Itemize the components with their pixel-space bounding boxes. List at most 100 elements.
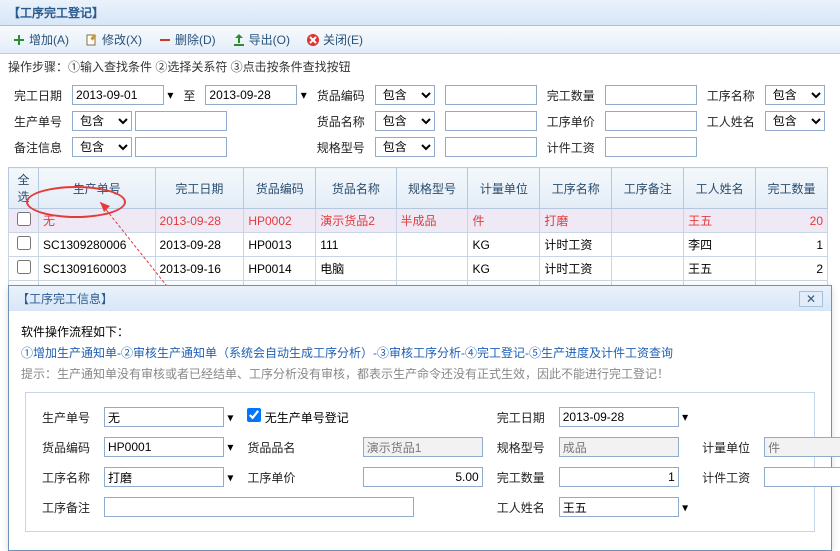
- form-date-input[interactable]: [559, 407, 679, 427]
- form-proc-price-input[interactable]: [363, 467, 483, 487]
- filter-area: 完工日期 ▾ 至 ▾ 货品编码 包含 完工数量 工序名称 包含 生产单号 包含 …: [0, 79, 840, 163]
- form-finish-qty-input[interactable]: [559, 467, 679, 487]
- prod-order-input[interactable]: [135, 111, 227, 131]
- worker-rel[interactable]: 包含: [765, 111, 825, 131]
- form-proc-name-input[interactable]: [104, 467, 224, 487]
- delete-button[interactable]: 删除(D): [152, 29, 222, 50]
- no-order-checkbox[interactable]: [247, 408, 261, 422]
- table-cell: SC1309160003: [39, 257, 156, 281]
- date-to-input[interactable]: [205, 85, 297, 105]
- form-unit-input: [764, 437, 840, 457]
- table-cell: SC1309280006: [39, 233, 156, 257]
- table-row[interactable]: 无2013-09-28HP0002演示货品2半成品件打磨王五20: [9, 209, 828, 233]
- grid-header[interactable]: 工人姓名: [684, 168, 756, 209]
- goods-name-input[interactable]: [445, 111, 537, 131]
- table-cell: HP0014: [244, 257, 316, 281]
- goods-code-rel[interactable]: 包含: [375, 85, 435, 105]
- row-checkbox[interactable]: [17, 260, 31, 274]
- export-button[interactable]: 导出(O): [226, 29, 296, 50]
- form-worker-input[interactable]: [559, 497, 679, 517]
- proc-flow: ①增加生产通知单-②审核生产通知单（系统会自动生成工序分析）-③审核工序分析-④…: [21, 344, 819, 361]
- table-cell: 1: [756, 233, 828, 257]
- grid-header[interactable]: 完工日期: [155, 168, 244, 209]
- table-cell: 电脑: [316, 257, 396, 281]
- table-cell: 2: [756, 257, 828, 281]
- panel-close-icon[interactable]: ✕: [799, 291, 823, 307]
- form-proc-price-label: 工序单价: [241, 463, 354, 491]
- form-finish-qty-label: 完工数量: [491, 463, 551, 491]
- table-cell: 李四: [684, 233, 756, 257]
- row-checkbox[interactable]: [17, 236, 31, 250]
- grid-header[interactable]: 货品名称: [316, 168, 396, 209]
- table-cell: KG: [468, 257, 540, 281]
- prod-order-rel[interactable]: 包含: [72, 111, 132, 131]
- edit-label: 修改(X): [102, 31, 142, 48]
- grid-header[interactable]: 货品编码: [244, 168, 316, 209]
- spec-label: 规格型号: [313, 135, 369, 159]
- table-cell: [9, 233, 39, 257]
- table-cell: [612, 209, 684, 233]
- form-proc-name-label: 工序名称: [36, 463, 96, 491]
- finish-qty-label: 完工数量: [543, 83, 599, 107]
- goods-code-label: 货品编码: [313, 83, 369, 107]
- table-cell: [396, 233, 468, 257]
- spec-rel[interactable]: 包含: [375, 137, 435, 157]
- operation-steps: 操作步骤：①输入查找条件 ②选择关系符 ③点击按条件查找按钮: [0, 54, 840, 79]
- table-cell: 演示货品2: [316, 209, 396, 233]
- close-button[interactable]: 关闭(E): [300, 29, 369, 50]
- piece-wage-input[interactable]: [605, 137, 697, 157]
- worker-label: 工人姓名: [703, 109, 759, 133]
- form-name-label: 货品品名: [241, 433, 354, 461]
- form-code-label: 货品编码: [36, 433, 96, 461]
- edit-button[interactable]: 修改(X): [79, 29, 148, 50]
- form-remark-input[interactable]: [104, 497, 414, 517]
- table-cell: 20: [756, 209, 828, 233]
- proc-name-rel[interactable]: 包含: [765, 85, 825, 105]
- date-from-input[interactable]: [72, 85, 164, 105]
- table-cell: 王五: [684, 257, 756, 281]
- edit-icon: [85, 33, 99, 47]
- delete-label: 删除(D): [175, 31, 216, 48]
- grid-header[interactable]: 全选: [9, 168, 39, 209]
- table-cell: 2013-09-28: [155, 209, 244, 233]
- goods-code-input[interactable]: [445, 85, 537, 105]
- grid-header[interactable]: 工序备注: [612, 168, 684, 209]
- close-label: 关闭(E): [323, 31, 363, 48]
- grid-header[interactable]: 工序名称: [540, 168, 612, 209]
- grid-header[interactable]: 计量单位: [468, 168, 540, 209]
- table-cell: 计时工资: [540, 233, 612, 257]
- remark-rel[interactable]: 包含: [72, 137, 132, 157]
- close-icon: [306, 33, 320, 47]
- grid-header[interactable]: 完工数量: [756, 168, 828, 209]
- table-cell: 2013-09-16: [155, 257, 244, 281]
- form-piece-wage-input[interactable]: [764, 467, 840, 487]
- finish-date-label: 完工日期: [10, 83, 66, 107]
- table-row[interactable]: SC13091600032013-09-16HP0014电脑KG计时工资王五2: [9, 257, 828, 281]
- panel-hint: 提示：生产通知单没有审核或者已经结单、工序分析没有审核，都表示生产命令还没有正式…: [21, 365, 819, 382]
- add-button[interactable]: 增加(A): [6, 29, 75, 50]
- form-order-input[interactable]: [104, 407, 224, 427]
- spec-input[interactable]: [445, 137, 537, 157]
- no-order-label: 无生产单号登记: [265, 411, 349, 425]
- proc-price-input[interactable]: [605, 111, 697, 131]
- goods-name-rel[interactable]: 包含: [375, 111, 435, 131]
- window-title: 【工序完工登记】: [0, 0, 840, 26]
- remark-label: 备注信息: [10, 135, 66, 159]
- proc-name-label: 工序名称: [703, 83, 759, 107]
- detail-form: 生产单号 ▾ 无生产单号登记 完工日期 ▾ 货品编码 ▾ 货品品名 规格型号 计…: [25, 392, 815, 532]
- form-code-input[interactable]: [104, 437, 224, 457]
- grid-header[interactable]: 生产单号: [39, 168, 156, 209]
- row-checkbox[interactable]: [17, 212, 31, 226]
- remark-input[interactable]: [135, 137, 227, 157]
- finish-qty-input[interactable]: [605, 85, 697, 105]
- table-cell: 王五: [684, 209, 756, 233]
- to-label: 至: [179, 83, 199, 107]
- table-cell: [9, 257, 39, 281]
- export-icon: [232, 33, 246, 47]
- proc-price-label: 工序单价: [543, 109, 599, 133]
- table-cell: HP0002: [244, 209, 316, 233]
- prod-order-label: 生产单号: [10, 109, 66, 133]
- grid-header[interactable]: 规格型号: [396, 168, 468, 209]
- table-row[interactable]: SC13092800062013-09-28HP0013111KG计时工资李四1: [9, 233, 828, 257]
- goods-name-label: 货品名称: [313, 109, 369, 133]
